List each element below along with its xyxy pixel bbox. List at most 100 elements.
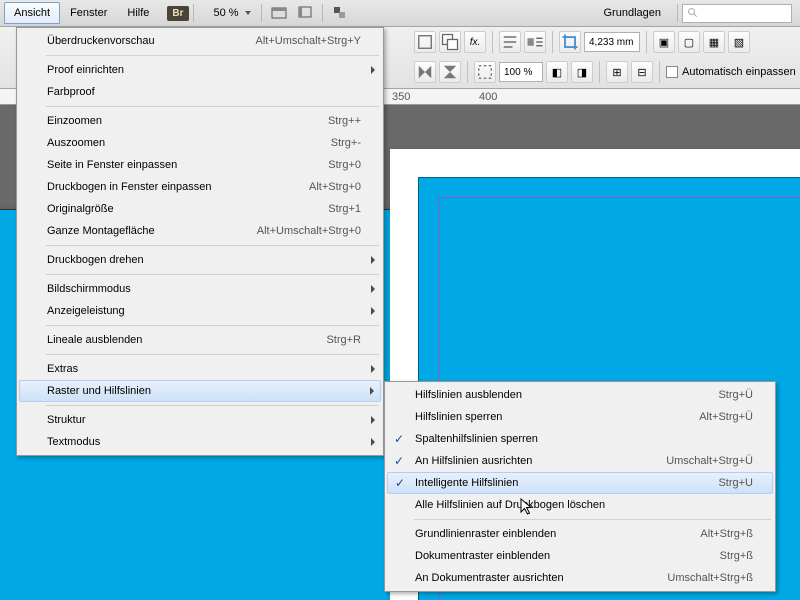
- separator: [677, 4, 678, 22]
- menu-item[interactable]: Grundlinienraster einblendenAlt+Strg+ß: [387, 523, 773, 545]
- menu-item-label: Seite in Fenster einpassen: [47, 159, 298, 171]
- w-input[interactable]: 4,233 mm: [584, 32, 640, 52]
- menu-item[interactable]: Farbproof: [19, 81, 381, 103]
- submenu-arrow-icon: [371, 307, 375, 315]
- menu-item-label: An Hilfslinien ausrichten: [415, 455, 636, 467]
- separator: [467, 61, 468, 83]
- menu-item-label: Originalgröße: [47, 203, 298, 215]
- menu-shortcut: Strg++: [328, 115, 361, 127]
- menu-item-label: Extras: [47, 363, 361, 375]
- menu-item-label: Bildschirmmodus: [47, 283, 361, 295]
- tool-btn[interactable]: ⊞: [606, 61, 628, 83]
- menu-item[interactable]: Textmodus: [19, 431, 381, 453]
- tool-btn[interactable]: [414, 31, 436, 53]
- separator: [322, 4, 323, 22]
- menubar: Ansicht Fenster Hilfe Br 50 % Grundlagen: [0, 0, 800, 27]
- menu-item-label: Raster und Hilfslinien: [47, 385, 361, 397]
- bridge-button[interactable]: Br: [167, 6, 188, 21]
- menu-item[interactable]: Druckbogen in Fenster einpassen Alt+Strg+…: [19, 176, 381, 198]
- menu-item-label: Spaltenhilfslinien sperren: [415, 433, 753, 445]
- menu-separator: [46, 274, 379, 275]
- menu-item-label: Dokumentraster einblenden: [415, 550, 690, 562]
- menu-item[interactable]: Anzeigeleistung: [19, 300, 381, 322]
- search-icon: [687, 7, 699, 19]
- menu-item[interactable]: Extras: [19, 358, 381, 380]
- fit-btn[interactable]: ▢: [678, 31, 700, 53]
- menu-item[interactable]: AuszoomenStrg+-: [19, 132, 381, 154]
- menu-item[interactable]: Struktur: [19, 409, 381, 431]
- menu-separator: [46, 106, 379, 107]
- zoom-input[interactable]: 100 %: [499, 62, 543, 82]
- menu-item[interactable]: OriginalgrößeStrg+1: [19, 198, 381, 220]
- menu-item-label: An Dokumentraster ausrichten: [415, 572, 637, 584]
- crop-btn[interactable]: [559, 31, 581, 53]
- tool-btn[interactable]: ⊟: [631, 61, 653, 83]
- separator: [492, 31, 493, 53]
- menu-shortcut: Strg+U: [718, 477, 753, 489]
- menu-item[interactable]: ✓Intelligente HilfslinienStrg+U: [387, 472, 773, 494]
- align-btn[interactable]: [499, 31, 521, 53]
- menu-item[interactable]: Druckbogen drehen: [19, 249, 381, 271]
- flip-h-btn[interactable]: [414, 61, 436, 83]
- search-box[interactable]: [682, 4, 792, 23]
- tool-btn[interactable]: ◧: [546, 61, 568, 83]
- menu-shortcut: Alt+Strg+Ü: [699, 411, 753, 423]
- menu-item-label: Textmodus: [47, 436, 361, 448]
- submenu-arrow-icon: [371, 285, 375, 293]
- menu-item[interactable]: Proof einrichten: [19, 59, 381, 81]
- menu-item[interactable]: An Dokumentraster ausrichten Umschalt+Str…: [387, 567, 773, 589]
- menu-shortcut: Alt+Strg+0: [309, 181, 361, 193]
- menu-item-label: Anzeigeleistung: [47, 305, 361, 317]
- fit-btn[interactable]: ▧: [728, 31, 750, 53]
- menu-item[interactable]: Überdruckenvorschau Alt+Umschalt+Strg+Y: [19, 30, 381, 52]
- menu-item-label: Ganze Montagefläche: [47, 225, 227, 237]
- menu-item-label: Druckbogen in Fenster einpassen: [47, 181, 279, 193]
- submenu-arrow-icon: [371, 66, 375, 74]
- menu-item-label: Überdruckenvorschau: [47, 35, 226, 47]
- submenu-arrow-icon: [371, 416, 375, 424]
- menu-item[interactable]: Lineale ausblendenStrg+R: [19, 329, 381, 351]
- menu-item[interactable]: Ganze Montagefläche Alt+Umschalt+Strg+0: [19, 220, 381, 242]
- submenu-arrow-icon: [371, 438, 375, 446]
- zoom-level[interactable]: 50 %: [208, 4, 257, 22]
- menu-item[interactable]: Bildschirmmodus: [19, 278, 381, 300]
- menu-item[interactable]: Alle Hilfslinien auf Druckbogen löschen: [387, 494, 773, 516]
- menu-ansicht[interactable]: Ansicht: [4, 2, 60, 24]
- text-wrap-btn[interactable]: [524, 31, 546, 53]
- menu-item[interactable]: EinzoomenStrg++: [19, 110, 381, 132]
- fit-btn[interactable]: ▦: [703, 31, 725, 53]
- menu-hilfe[interactable]: Hilfe: [117, 2, 159, 24]
- select-btn[interactable]: [474, 61, 496, 83]
- fit-btn[interactable]: ▣: [653, 31, 675, 53]
- menu-separator: [46, 325, 379, 326]
- workspace-switcher[interactable]: Grundlagen: [598, 4, 674, 22]
- menu-item[interactable]: Hilfslinien ausblenden Strg+Ü: [387, 384, 773, 406]
- menu-item[interactable]: Seite in Fenster einpassenStrg+0: [19, 154, 381, 176]
- screen-mode-icon[interactable]: [294, 3, 316, 23]
- arrange-icon[interactable]: [329, 3, 351, 23]
- autofit-checkbox[interactable]: Automatisch einpassen: [666, 66, 796, 78]
- menu-item[interactable]: ✓Spaltenhilfslinien sperren: [387, 428, 773, 450]
- workspace-label: Grundlagen: [604, 7, 662, 19]
- menu-shortcut: Umschalt+Strg+ß: [667, 572, 753, 584]
- separator: [552, 31, 553, 53]
- tool-btn[interactable]: ◨: [571, 61, 593, 83]
- menu-item[interactable]: Raster und Hilfslinien: [19, 380, 381, 402]
- ruler-tick: 400: [479, 91, 497, 103]
- menu-fenster[interactable]: Fenster: [60, 2, 117, 24]
- menu-shortcut: Alt+Umschalt+Strg+Y: [256, 35, 361, 47]
- view-options-icon[interactable]: [268, 3, 290, 23]
- menu-shortcut: Strg+-: [331, 137, 361, 149]
- fx-btn[interactable]: fx.: [464, 31, 486, 53]
- menu-shortcut: Alt+Umschalt+Strg+0: [257, 225, 361, 237]
- menu-shortcut: Strg+Ü: [718, 389, 753, 401]
- menu-shortcut: Strg+R: [326, 334, 361, 346]
- menu-shortcut: Umschalt+Strg+Ü: [666, 455, 753, 467]
- menu-item[interactable]: Dokumentraster einblendenStrg+ß: [387, 545, 773, 567]
- menu-item-label: Hilfslinien ausblenden: [415, 389, 688, 401]
- menu-item[interactable]: Hilfslinien sperrenAlt+Strg+Ü: [387, 406, 773, 428]
- tool-btn[interactable]: [439, 31, 461, 53]
- autofit-label: Automatisch einpassen: [682, 66, 796, 78]
- menu-item[interactable]: ✓An Hilfslinien ausrichtenUmschalt+Strg+…: [387, 450, 773, 472]
- flip-v-btn[interactable]: [439, 61, 461, 83]
